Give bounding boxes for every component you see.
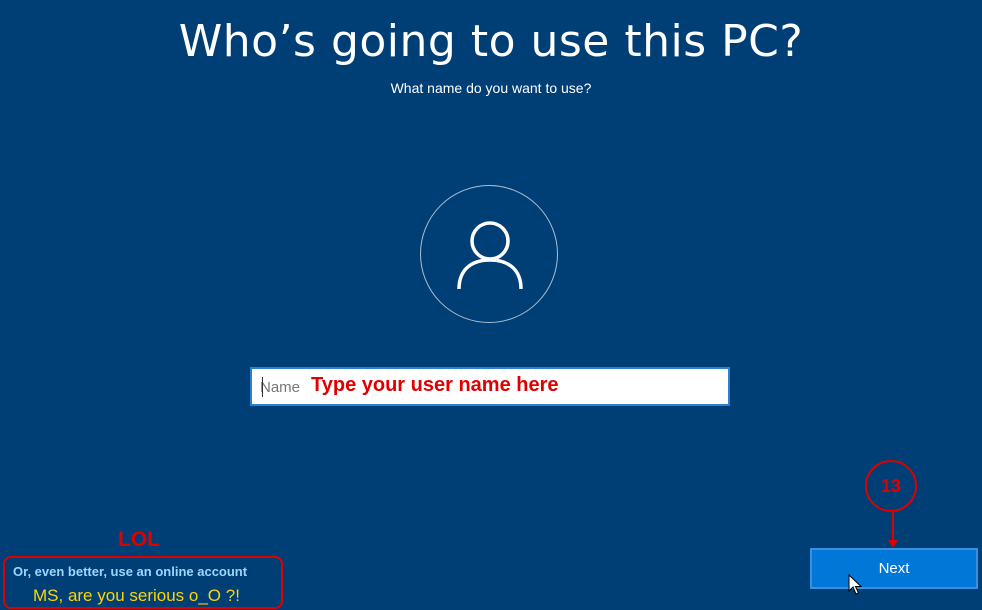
- page-subtitle: What name do you want to use?: [390, 80, 592, 96]
- name-field-container[interactable]: Type your user name here: [250, 367, 730, 406]
- annotation-step-number: 13: [865, 460, 917, 512]
- annotation-ms-comment: MS, are you serious o_O ?!: [33, 586, 240, 605]
- text-caret: [262, 377, 263, 397]
- user-icon: [457, 221, 523, 290]
- annotation-type-hint: Type your user name here: [311, 374, 559, 396]
- mouse-pointer-icon: [848, 574, 862, 595]
- annotation-highlight-box: Or, even better, use an online account M…: [3, 556, 283, 609]
- annotation-lol: LOL: [118, 528, 160, 551]
- online-account-link[interactable]: Or, even better, use an online account: [13, 564, 247, 579]
- next-button[interactable]: Next: [810, 548, 978, 589]
- avatar: [420, 185, 558, 323]
- page-title: Who’s going to use this PC?: [178, 16, 804, 67]
- annotation-arrow-icon: [888, 511, 898, 548]
- name-field[interactable]: [260, 377, 300, 397]
